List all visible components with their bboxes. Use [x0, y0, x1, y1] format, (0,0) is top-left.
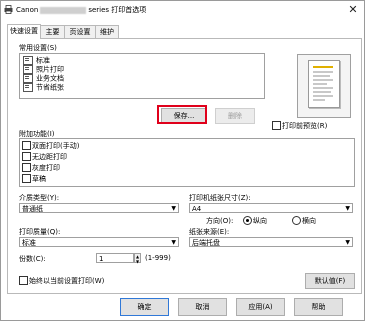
list-item-label: 照片打印 [36, 65, 64, 74]
common-settings-list[interactable]: 标准 照片打印 业务文档 节省纸张 [19, 53, 265, 99]
delete-button[interactable]: 删除 [215, 108, 255, 124]
list-item-label: 标准 [36, 56, 50, 65]
preview-line [313, 66, 333, 68]
photo-icon [23, 65, 33, 74]
tab-maintenance[interactable]: 维护 [95, 25, 119, 38]
paper-saving-icon [23, 83, 33, 92]
chevron-down-icon: ▼ [171, 205, 176, 212]
borderless-checkbox[interactable] [22, 152, 31, 161]
help-button[interactable]: 帮助 [294, 298, 343, 316]
list-item[interactable]: 照片打印 [23, 65, 64, 74]
document-icon [23, 56, 33, 65]
print-preferences-window: Canon series 打印首选项 ✕ 快速设置 主要 页设置 维护 常用设置(… [0, 0, 365, 321]
title-bar: Canon series 打印首选项 ✕ [1, 1, 364, 19]
media-type-select[interactable]: 普通纸 ▼ [19, 203, 179, 213]
borderless-label: 无边距打印 [32, 153, 67, 161]
always-print-checkbox[interactable] [19, 276, 28, 285]
draft-label: 草稿 [32, 175, 46, 183]
common-settings-label: 常用设置(S) [19, 44, 57, 52]
apply-button[interactable]: 应用(A) [236, 298, 285, 316]
print-quality-select[interactable]: 标准 ▼ [19, 237, 179, 247]
title-brand: Canon [16, 6, 39, 14]
orientation-label: 方向(O): [206, 217, 234, 225]
landscape-radio[interactable] [292, 216, 301, 225]
preview-line [313, 71, 333, 73]
quick-setup-panel: 常用设置(S) 标准 照片打印 业务文档 节省纸张 打印前预览(R) 保存... [7, 38, 362, 294]
list-item-label: 节省纸张 [36, 83, 64, 92]
paper-source-select[interactable]: 后端托盘 ▼ [189, 237, 353, 247]
print-preview-thumbnail [297, 54, 351, 118]
tab-page-setup[interactable]: 页设置 [64, 25, 96, 38]
copies-stepper[interactable]: ▲ ▼ [134, 253, 141, 264]
title-suffix: series 打印首选项 [88, 6, 147, 14]
copies-label: 份数(C): [19, 255, 46, 263]
preview-line [313, 95, 333, 97]
preview-line [313, 99, 325, 101]
preview-before-print-label: 打印前预览(R) [282, 122, 328, 130]
preview-page [308, 60, 340, 108]
paper-source-value: 后端托盘 [192, 239, 220, 247]
always-print-label: 始终以当前设置打印(W) [29, 277, 105, 285]
tab-main[interactable]: 主要 [40, 25, 65, 38]
duplex-checkbox[interactable] [22, 141, 31, 150]
copies-range: (1-999) [145, 254, 171, 262]
paper-size-label: 打印机纸张尺寸(Z): [189, 194, 251, 202]
printer-icon [4, 5, 13, 14]
list-item-label: 业务文档 [36, 74, 64, 83]
preview-line [313, 79, 333, 81]
paper-size-select[interactable]: A4 ▼ [189, 203, 353, 213]
chevron-down-icon: ▼ [345, 239, 350, 246]
paper-size-value: A4 [192, 205, 202, 213]
portrait-label: 纵向 [253, 217, 267, 225]
draft-checkbox[interactable] [22, 174, 31, 183]
list-item[interactable]: 标准 [23, 56, 50, 65]
print-quality-label: 打印质量(Q): [19, 228, 61, 236]
media-type-value: 普通纸 [22, 205, 43, 213]
list-item[interactable]: 节省纸张 [23, 83, 64, 92]
preview-line [313, 75, 330, 77]
highlight-box [157, 105, 207, 124]
grayscale-checkbox[interactable] [22, 163, 31, 172]
print-quality-value: 标准 [22, 239, 36, 247]
preview-line [313, 91, 331, 93]
business-document-icon [23, 74, 33, 83]
chevron-down-icon: ▼ [171, 239, 176, 246]
portrait-radio[interactable] [243, 216, 252, 225]
window-title: Canon series 打印首选项 [16, 5, 146, 15]
additional-features-box: 双面打印(手动) 无边距打印 灰度打印 草稿 [19, 138, 355, 187]
model-name-redacted [40, 6, 87, 14]
ok-button[interactable]: 确定 [120, 298, 169, 316]
paper-source-label: 纸张来源(E): [189, 228, 230, 236]
grayscale-label: 灰度打印 [32, 164, 60, 172]
media-type-label: 介质类型(Y): [19, 194, 60, 202]
duplex-label: 双面打印(手动) [32, 142, 80, 150]
tab-quick-setup[interactable]: 快速设置 [7, 24, 41, 39]
cancel-button[interactable]: 取消 [178, 298, 227, 316]
preview-before-print-checkbox[interactable] [272, 121, 281, 130]
copies-input[interactable]: 1 [96, 253, 134, 263]
defaults-button[interactable]: 默认值(F) [305, 273, 355, 289]
close-button[interactable]: ✕ [346, 3, 360, 17]
list-item[interactable]: 业务文档 [23, 74, 64, 83]
chevron-down-icon: ▼ [345, 205, 350, 212]
preview-line [313, 87, 333, 89]
preview-line [313, 83, 327, 85]
landscape-label: 横向 [302, 217, 316, 225]
